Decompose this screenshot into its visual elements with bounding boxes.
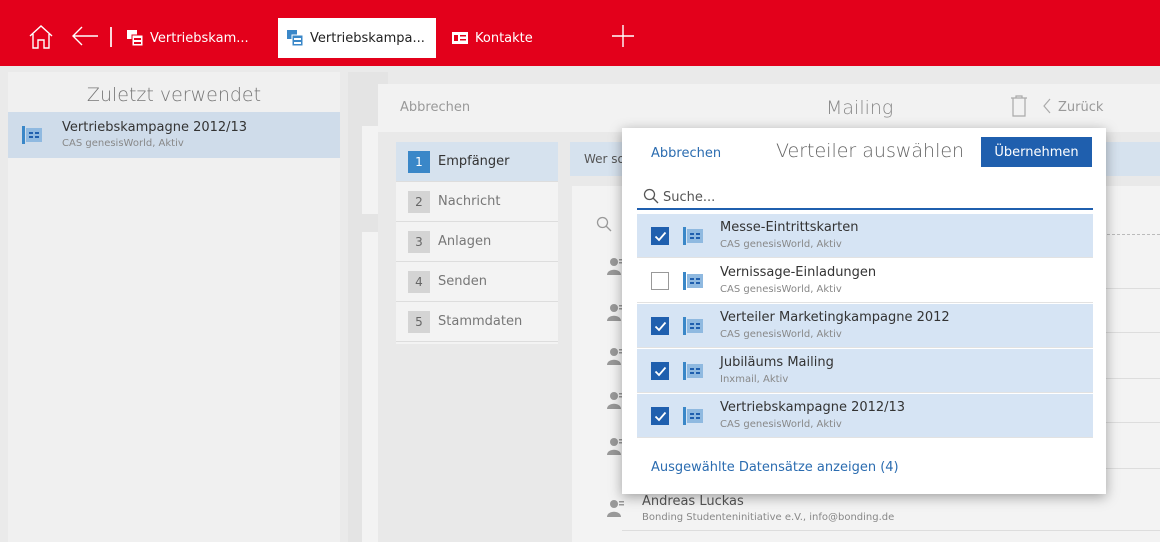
- mailing-cancel-button[interactable]: Abbrechen: [400, 100, 470, 115]
- checkmark-icon: [654, 321, 667, 332]
- select-distributor-popup: Abbrechen Verteiler auswählen Übernehmen…: [622, 128, 1106, 494]
- checkmark-icon: [654, 231, 667, 242]
- add-tab-icon[interactable]: [612, 25, 634, 47]
- distributor-subtitle: CAS genesisWorld, Aktiv: [720, 419, 842, 430]
- toolbar-divider: [110, 27, 112, 47]
- step-senden[interactable]: 4 Senden: [396, 262, 558, 302]
- chevron-left-icon[interactable]: [1042, 98, 1052, 114]
- mailing-back-button[interactable]: Zurück: [1058, 100, 1103, 115]
- tab-kontakte[interactable]: Kontakte: [443, 18, 553, 58]
- top-bar: Vertriebskam... Vertriebskampa... Kontak…: [0, 0, 1160, 66]
- mailing-header: Abbrechen Mailing Zurück: [378, 84, 1160, 132]
- step-number: 1: [408, 150, 430, 173]
- step-number: 3: [408, 230, 430, 253]
- distribution-list-icon: [683, 407, 703, 425]
- recipients-header-label: Wer so: [584, 152, 625, 166]
- back-arrow-icon[interactable]: [70, 25, 100, 47]
- tab-label: Vertriebskampa...: [310, 30, 425, 46]
- tab-vertriebskampagne-2[interactable]: Vertriebskampa...: [278, 18, 436, 58]
- recent-panel: Zuletzt verwendet Vertriebskampagne 2012…: [8, 72, 340, 542]
- contact-name[interactable]: Andreas Luckas: [642, 494, 744, 509]
- tab-label: Kontakte: [475, 30, 533, 46]
- popup-search: [637, 184, 1093, 210]
- mailing-steps: 1 Empfänger 2 Nachricht 3 Anlagen 4 Send…: [396, 142, 558, 344]
- tab-vertriebskampagne-1[interactable]: Vertriebskam...: [118, 18, 268, 58]
- distributor-name: Vernissage-Einladungen: [720, 265, 877, 280]
- distribution-list-icon: [683, 362, 703, 380]
- search-icon: [643, 188, 659, 204]
- step-label: Empfänger: [438, 154, 510, 169]
- recent-item[interactable]: Vertriebskampagne 2012/13 CAS genesisWor…: [8, 112, 340, 158]
- step-label: Stammdaten: [438, 314, 523, 329]
- contact-person-icon: [607, 500, 624, 517]
- show-selected-link[interactable]: Ausgewählte Datensätze anzeigen (4): [651, 460, 899, 475]
- home-icon[interactable]: [28, 24, 54, 50]
- contact-detail: Bonding Studenteninitiative e.V., info@b…: [642, 512, 895, 523]
- distributor-row[interactable]: Vertriebskampagne 2012/13 CAS genesisWor…: [637, 394, 1093, 438]
- recent-panel-title: Zuletzt verwendet: [86, 84, 262, 106]
- distributor-subtitle: Inxmail, Aktiv: [720, 374, 789, 385]
- step-number: 5: [408, 310, 430, 333]
- checkbox-checked[interactable]: [651, 407, 669, 425]
- step-stammdaten[interactable]: 5 Stammdaten: [396, 302, 558, 342]
- checkbox-checked[interactable]: [651, 317, 669, 335]
- distributor-row[interactable]: Jubiläums Mailing Inxmail, Aktiv: [637, 349, 1093, 393]
- distributor-name: Messe-Eintrittskarten: [720, 220, 859, 235]
- list-separator: [622, 530, 1160, 531]
- distributor-name: Vertriebskampagne 2012/13: [720, 400, 906, 415]
- popup-title: Verteiler auswählen: [776, 140, 965, 162]
- campaign-icon: [287, 30, 304, 47]
- mailing-title: Mailing: [826, 97, 894, 119]
- search-icon[interactable]: [596, 216, 612, 232]
- checkbox-unchecked[interactable]: [651, 272, 669, 290]
- step-label: Anlagen: [438, 234, 492, 249]
- contact-card-icon: [452, 32, 468, 44]
- step-number: 2: [408, 190, 430, 213]
- checkbox-checked[interactable]: [651, 227, 669, 245]
- campaign-icon: [127, 30, 144, 47]
- checkmark-icon: [654, 366, 667, 377]
- distributor-subtitle: CAS genesisWorld, Aktiv: [720, 284, 842, 295]
- step-nachricht[interactable]: 2 Nachricht: [396, 182, 558, 222]
- distributor-name: Verteiler Marketingkampagne 2012: [720, 310, 950, 325]
- distribution-list-icon: [683, 272, 703, 290]
- recent-item-subtitle: CAS genesisWorld, Aktiv: [62, 138, 184, 149]
- step-label: Senden: [438, 274, 487, 289]
- checkmark-icon: [654, 411, 667, 422]
- apply-button[interactable]: Übernehmen: [981, 137, 1092, 167]
- distribution-list-icon: [683, 317, 703, 335]
- recent-item-title: Vertriebskampagne 2012/13: [62, 120, 248, 135]
- step-empfaenger[interactable]: 1 Empfänger: [396, 142, 558, 182]
- step-number: 4: [408, 270, 430, 293]
- distributor-row[interactable]: Vernissage-Einladungen CAS genesisWorld,…: [637, 259, 1093, 303]
- distributor-row[interactable]: Verteiler Marketingkampagne 2012 CAS gen…: [637, 304, 1093, 348]
- tab-label: Vertriebskam...: [150, 30, 249, 46]
- checkbox-checked[interactable]: [651, 362, 669, 380]
- distribution-list-icon: [22, 126, 42, 144]
- search-input[interactable]: [663, 187, 1083, 207]
- distributor-subtitle: CAS genesisWorld, Aktiv: [720, 239, 842, 250]
- step-anlagen[interactable]: 3 Anlagen: [396, 222, 558, 262]
- distributor-row[interactable]: Messe-Eintrittskarten CAS genesisWorld, …: [637, 214, 1093, 258]
- distribution-list-icon: [683, 227, 703, 245]
- distributor-subtitle: CAS genesisWorld, Aktiv: [720, 329, 842, 340]
- popup-cancel-button[interactable]: Abbrechen: [651, 146, 721, 161]
- trash-icon[interactable]: [1010, 95, 1028, 117]
- distributor-name: Jubiläums Mailing: [720, 355, 834, 370]
- step-label: Nachricht: [438, 194, 501, 209]
